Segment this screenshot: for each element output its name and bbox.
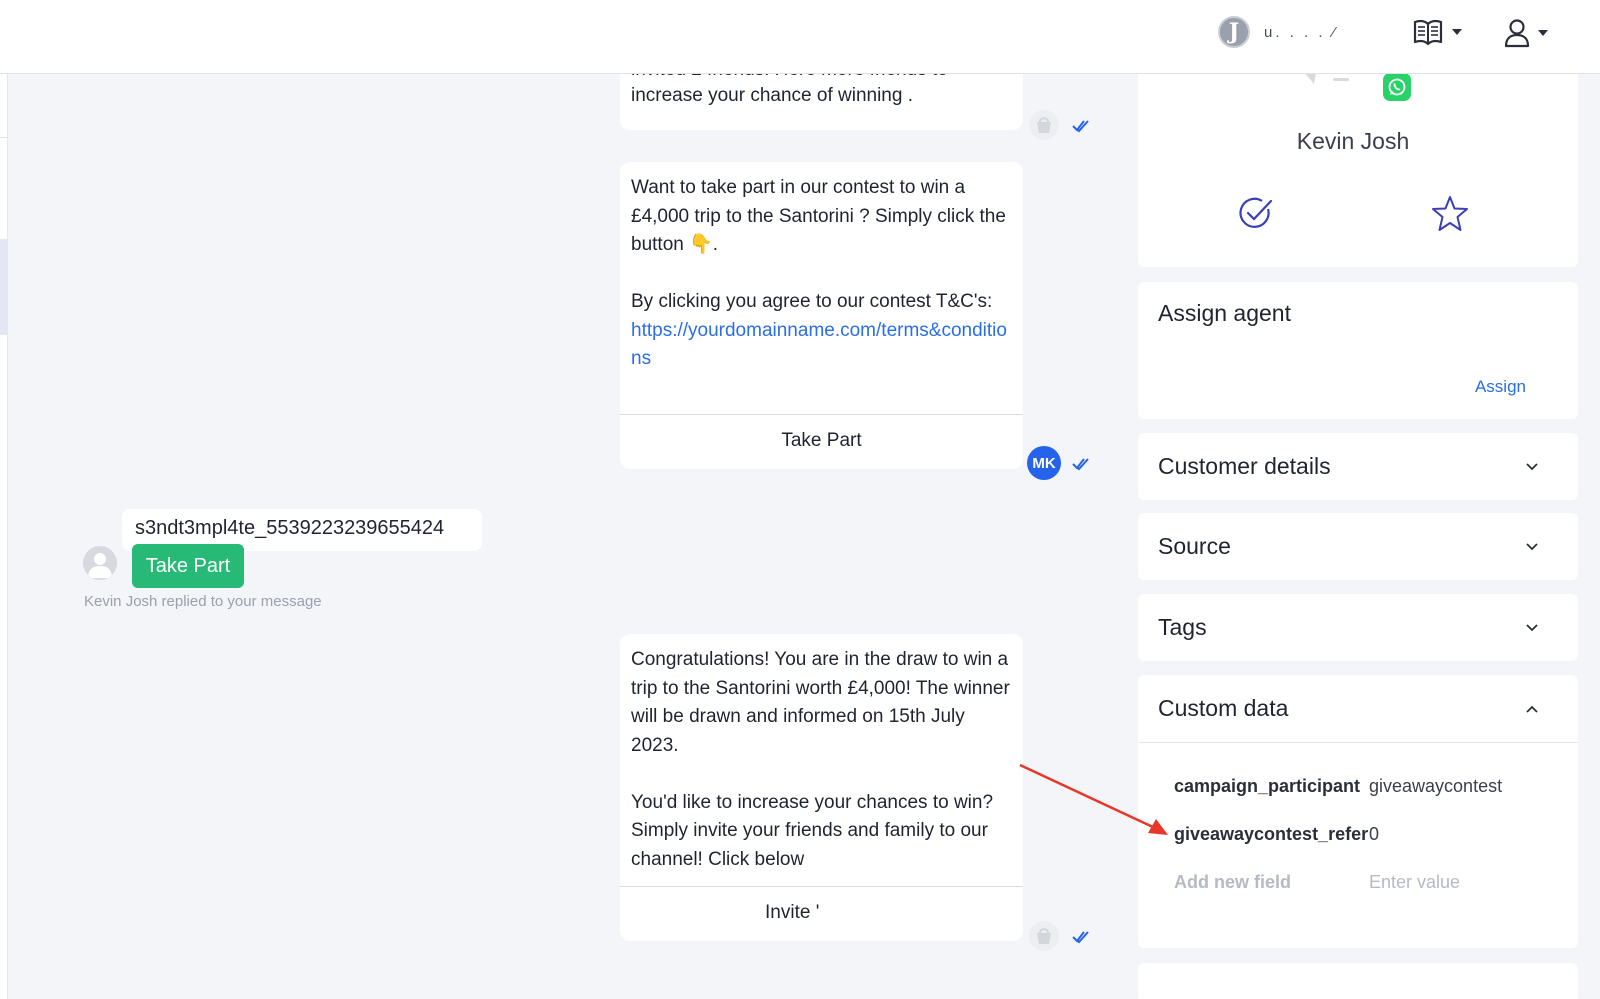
assign-agent-title: Assign agent [1158,300,1291,326]
top-bar: J u. . . . ⁄ [0,0,1600,74]
outgoing-message: Want to take part in our contest to win … [620,162,1023,469]
reply-note: Kevin Josh replied to your message [84,593,322,610]
chevron-up-icon[interactable] [1526,705,1538,713]
star-icon[interactable] [1431,195,1469,233]
new-field-key-input[interactable]: Add new field [1174,872,1369,893]
bot-avatar [1029,921,1059,956]
terms-link[interactable]: https://yourdomainname.com/terms&conditi… [631,320,1007,370]
agent-avatar: MK [1027,446,1061,480]
chevron-down-icon[interactable] [1452,29,1462,35]
next-section-card [1138,963,1578,999]
user-name[interactable]: u. . . . ⁄ [1264,24,1338,41]
invite-button[interactable]: Invite ' [620,886,1023,940]
customer-details-section[interactable]: Customer details [1138,433,1578,500]
shopping-bag-icon [1029,110,1059,140]
chevron-down-icon[interactable] [1526,624,1538,632]
divider [0,137,8,138]
section-title[interactable]: Tags [1158,614,1207,641]
chevron-down-icon[interactable] [1526,543,1538,551]
section-title[interactable]: Customer details [1158,453,1331,480]
template-name: s3ndt3mpl4te_5539223239655424 [135,517,445,539]
divider [1138,742,1578,743]
contact-avatar [83,546,117,580]
custom-field-key: campaign_participant [1174,776,1361,796]
section-title[interactable]: Source [1158,533,1231,560]
person-icon [88,553,112,578]
message-text: increase your chance of winning . [631,85,913,106]
double-check-icon [1072,118,1090,139]
book-icon[interactable] [1412,18,1444,46]
double-check-icon [1072,929,1090,950]
left-nav-edge [0,74,8,999]
profile-avatar-fragment [1304,72,1349,84]
contact-name: Kevin Josh [1296,128,1410,154]
shopping-bag-icon [1029,921,1059,951]
chevron-down-icon[interactable] [1526,463,1538,471]
section-title[interactable]: Custom data [1158,695,1288,722]
custom-field-value[interactable]: 0 [1369,824,1379,845]
custom-field-key: giveawaycontest_referrals [1174,824,1369,844]
add-field-row[interactable]: Add new field Enter value [1174,872,1460,893]
docs-menu-button[interactable] [1412,18,1462,46]
whatsapp-icon [1383,73,1411,101]
outgoing-message: Congratulations! You are in the draw to … [620,634,1023,941]
new-field-value-input[interactable]: Enter value [1369,872,1460,893]
custom-data-row[interactable]: giveawaycontest_referrals 0 [1174,824,1379,845]
user-avatar[interactable]: J [1218,16,1250,48]
message-body: Want to take part in our contest to win … [620,162,1023,386]
custom-field-value[interactable]: giveawaycontest [1369,776,1502,797]
bot-avatar [1029,110,1059,145]
message-text: Want to take part in our contest to win … [631,177,1006,312]
take-part-button[interactable]: Take Part [620,414,1023,468]
incoming-reply-button: Take Part [132,544,244,588]
custom-data-row[interactable]: campaign_participant giveawaycontest [1174,776,1502,797]
user-icon[interactable] [1504,18,1530,48]
assign-link[interactable]: Assign [1475,377,1526,397]
source-section[interactable]: Source [1138,513,1578,580]
message-text: Congratulations! You are in the draw to … [631,649,1010,870]
check-circle-icon[interactable] [1238,196,1274,232]
chevron-down-icon[interactable] [1538,30,1548,36]
tags-section[interactable]: Tags [1138,594,1578,661]
custom-data-section: Custom data campaign_participant giveawa… [1138,675,1578,948]
double-check-icon [1072,456,1090,477]
account-menu-button[interactable] [1504,18,1548,48]
user-menu[interactable]: J u. . . . ⁄ [1218,16,1338,48]
contact-profile-card: Kevin Josh [1138,40,1578,267]
nav-active-indicator [0,239,7,335]
assign-agent-card: Assign agent Assign [1138,282,1578,419]
